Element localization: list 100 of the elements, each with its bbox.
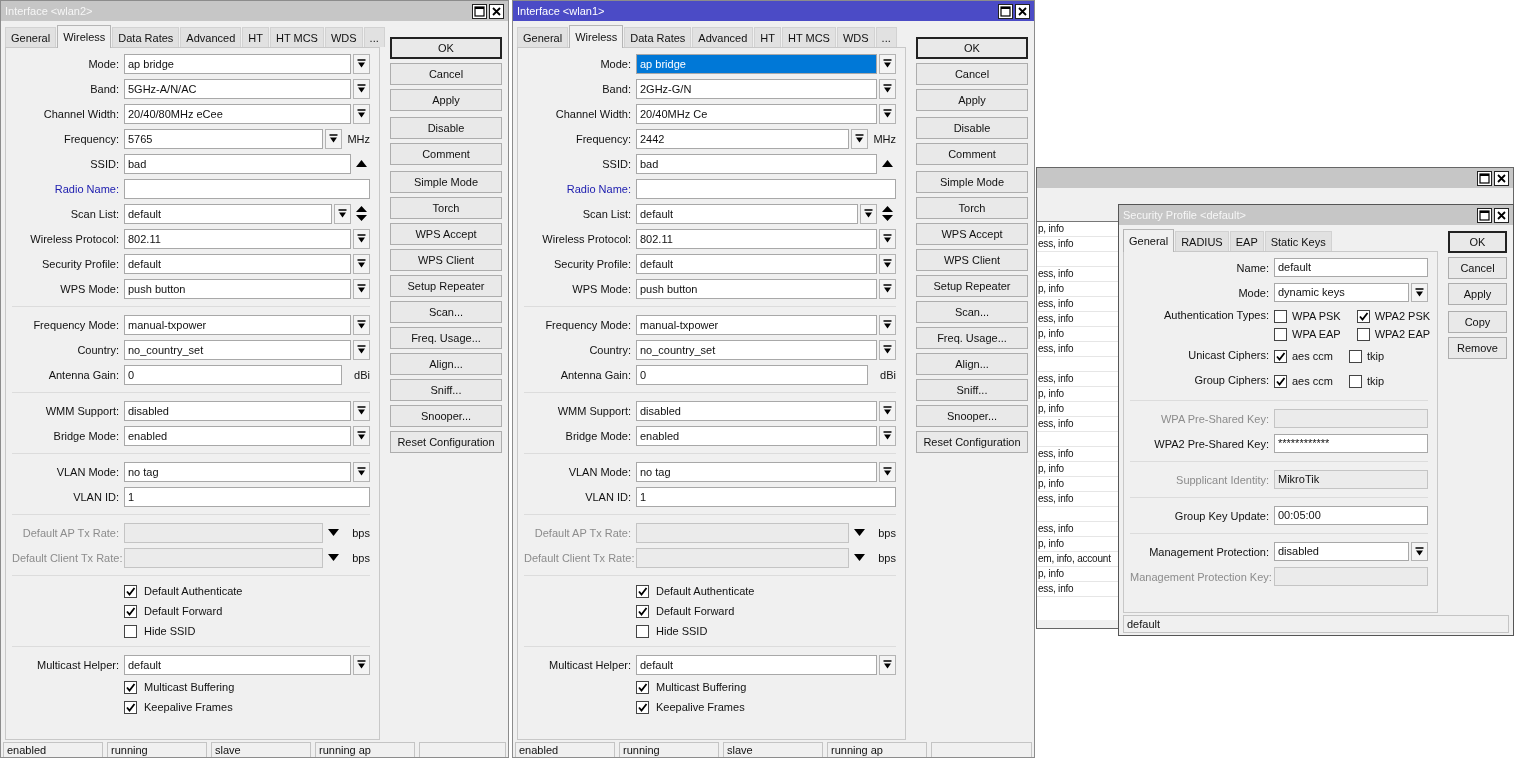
dropdown-field[interactable]: dynamic keys [1274, 283, 1409, 302]
dialog-button[interactable]: Copy [1448, 311, 1507, 333]
dialog-button[interactable]: WPS Accept [390, 223, 502, 245]
input-field[interactable] [636, 178, 896, 199]
checkbox[interactable] [636, 624, 649, 638]
tab[interactable]: ... [363, 27, 385, 47]
up-down-arrows-icon[interactable] [882, 206, 893, 221]
dialog-button[interactable]: Torch [916, 197, 1028, 219]
dialog-button[interactable]: Freq. Usage... [390, 327, 502, 349]
maximize-button[interactable] [1477, 207, 1492, 223]
caret-icon[interactable] [328, 554, 339, 561]
dialog-button[interactable]: Cancel [390, 63, 502, 85]
tab[interactable]: Wireless [569, 25, 624, 48]
tab[interactable]: HT [754, 27, 781, 47]
checkbox[interactable] [1356, 327, 1370, 341]
dropdown-button[interactable] [879, 425, 896, 446]
dialog-button[interactable]: Apply [390, 89, 502, 111]
dropdown-button[interactable] [879, 53, 896, 74]
dropdown-button[interactable] [879, 654, 896, 675]
maximize-button[interactable] [1477, 170, 1492, 186]
dropdown-field[interactable]: push button [124, 278, 351, 299]
tab[interactable]: General [5, 27, 57, 47]
checkbox[interactable] [1274, 309, 1287, 323]
dialog-button[interactable]: Disable [390, 117, 502, 139]
dialog-button[interactable]: Setup Repeater [390, 275, 502, 297]
dropdown-field[interactable]: 2GHz-G/N [636, 78, 877, 99]
checkbox[interactable] [636, 584, 649, 598]
dialog-button[interactable]: Comment [916, 143, 1028, 165]
tab[interactable]: Advanced [180, 27, 242, 47]
dialog-button[interactable]: Torch [390, 197, 502, 219]
dropdown-field[interactable]: 5GHz-A/N/AC [124, 78, 351, 99]
dropdown-button[interactable] [879, 314, 896, 335]
dropdown-field[interactable]: disabled [636, 400, 877, 421]
dropdown-button[interactable] [879, 400, 896, 421]
dropdown-field[interactable]: no_country_set [124, 339, 351, 360]
tab[interactable]: WDS [324, 27, 363, 47]
dropdown-field[interactable]: ap bridge [636, 53, 877, 74]
dialog-button[interactable]: Snooper... [390, 405, 502, 427]
input-field[interactable]: 1 [124, 486, 370, 507]
checkbox[interactable] [1274, 349, 1287, 363]
dialog-button[interactable]: Comment [390, 143, 502, 165]
dropdown-button[interactable] [353, 425, 370, 446]
dropdown-button[interactable] [879, 339, 896, 360]
maximize-button[interactable] [472, 3, 487, 19]
dropdown-button[interactable] [353, 314, 370, 335]
dialog-button[interactable]: Cancel [1448, 257, 1507, 279]
tab[interactable]: Wireless [57, 25, 112, 48]
dialog-button[interactable]: Align... [916, 353, 1028, 375]
checkbox[interactable] [636, 604, 649, 618]
dropdown-field[interactable]: enabled [636, 425, 877, 446]
maximize-button[interactable] [998, 3, 1013, 19]
dropdown-button[interactable] [334, 203, 351, 224]
checkbox[interactable] [1348, 349, 1362, 363]
dialog-button[interactable]: WPS Client [390, 249, 502, 271]
tab[interactable]: Data Rates [624, 27, 692, 47]
dropdown-field[interactable]: default [124, 654, 351, 675]
tab[interactable]: Static Keys [1264, 231, 1332, 251]
input-field[interactable]: bad [124, 153, 351, 174]
dropdown-field[interactable]: default [636, 203, 858, 224]
dropdown-button[interactable] [353, 103, 370, 124]
dropdown-button[interactable] [1411, 542, 1428, 561]
tab[interactable]: Advanced [692, 27, 754, 47]
dropdown-field[interactable]: push button [636, 278, 877, 299]
dropdown-button[interactable] [325, 128, 342, 149]
caret-icon[interactable] [854, 529, 865, 536]
dialog-button[interactable]: WPS Client [916, 249, 1028, 271]
checkbox[interactable] [636, 700, 649, 714]
tab[interactable]: EAP [1229, 231, 1264, 251]
close-button[interactable] [1494, 207, 1509, 223]
dialog-button[interactable]: Apply [1448, 283, 1507, 305]
dropdown-field[interactable]: 802.11 [636, 228, 877, 249]
input-field[interactable]: 0 [124, 364, 342, 385]
dialog-button[interactable]: Scan... [390, 301, 502, 323]
dialog-button[interactable]: WPS Accept [916, 223, 1028, 245]
checkbox[interactable] [1274, 374, 1287, 388]
up-down-arrows-icon[interactable] [356, 206, 367, 221]
dialog-button[interactable]: Reset Configuration [916, 431, 1028, 453]
tab[interactable]: HT MCS [269, 27, 324, 47]
dropdown-button[interactable] [353, 339, 370, 360]
dropdown-field[interactable]: default [636, 654, 877, 675]
tab[interactable]: RADIUS [1175, 231, 1229, 251]
input-field[interactable]: ************ [1274, 434, 1428, 453]
dialog-button[interactable]: Remove [1448, 337, 1507, 359]
dialog-button[interactable]: Snooper... [916, 405, 1028, 427]
dialog-button[interactable]: Sniff... [390, 379, 502, 401]
dialog-button[interactable]: Simple Mode [390, 171, 502, 193]
tab[interactable]: Data Rates [112, 27, 180, 47]
tab[interactable]: General [1123, 229, 1175, 252]
dropdown-button[interactable] [879, 228, 896, 249]
dropdown-field[interactable]: 802.11 [124, 228, 351, 249]
dropdown-button[interactable] [879, 253, 896, 274]
input-field[interactable] [124, 178, 370, 199]
tab[interactable]: HT MCS [781, 27, 836, 47]
close-button[interactable] [489, 3, 504, 19]
dialog-button[interactable]: OK [390, 37, 502, 59]
input-field[interactable]: 1 [636, 486, 896, 507]
checkbox[interactable] [124, 700, 137, 714]
up-arrow-icon[interactable] [356, 160, 367, 167]
checkbox[interactable] [1348, 374, 1362, 388]
dropdown-button[interactable] [353, 400, 370, 421]
